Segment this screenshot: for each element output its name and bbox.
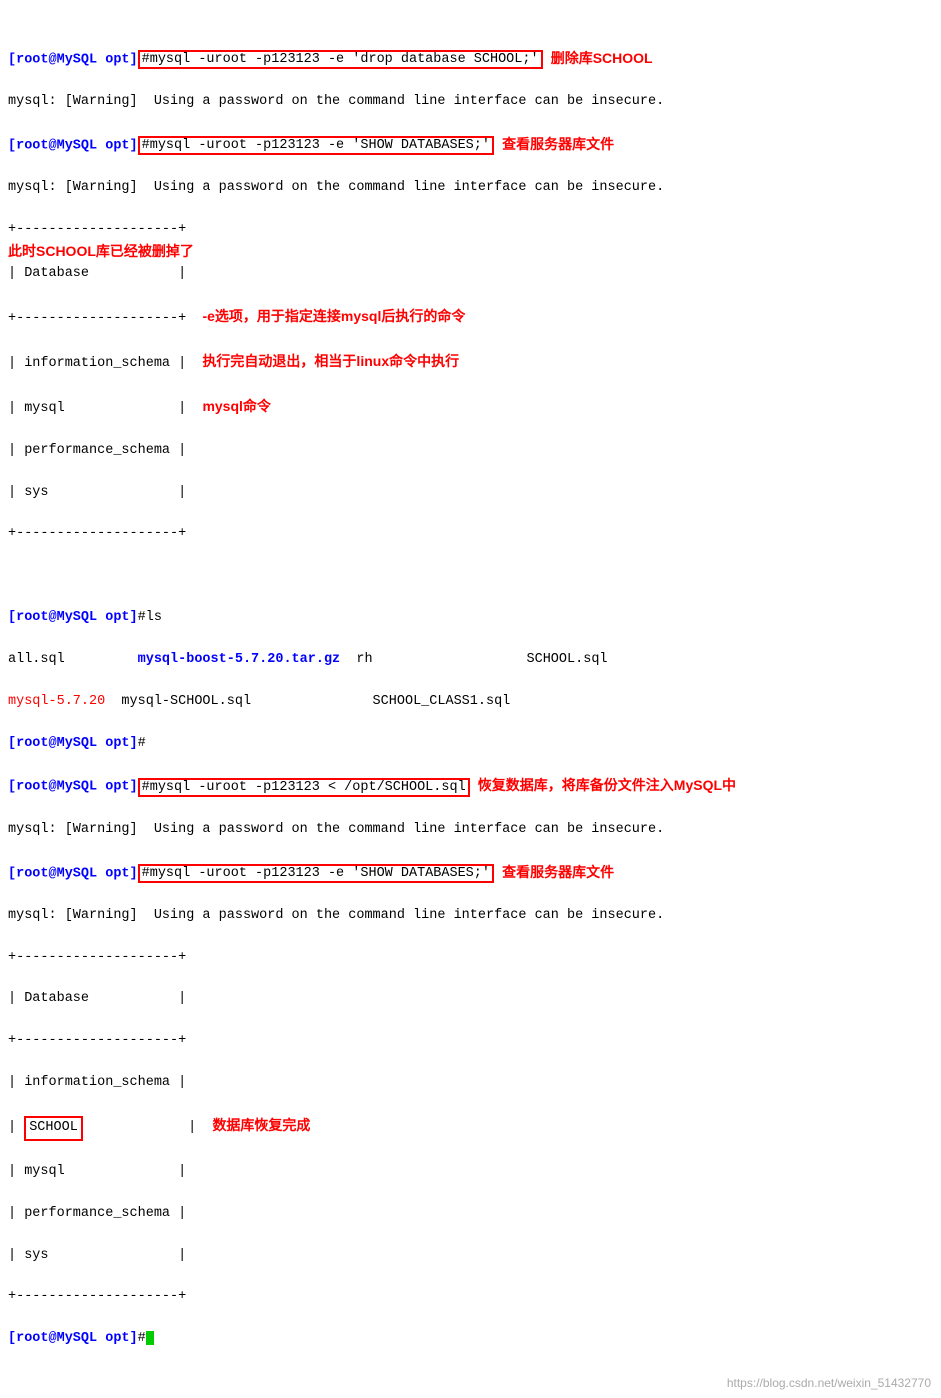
db-header-2: | Database |: [8, 989, 933, 1010]
cmd-box-2: #mysql -uroot -p123123 -e 'SHOW DATABASE…: [138, 136, 494, 155]
ls-file-mysql: mysql-5.7.20: [8, 694, 105, 709]
prompt-blank: [root@MySQL opt]#: [8, 734, 933, 755]
prompt-2: [root@MySQL opt]: [8, 138, 138, 153]
prompt-6: [root@MySQL opt]: [8, 866, 138, 881]
db-row-2-3: | performance_schema |: [8, 1204, 933, 1225]
final-prompt: [root@MySQL opt]#: [8, 1329, 933, 1350]
cmd-box-3: #mysql -uroot -p123123 < /opt/SCHOOL.sql: [138, 778, 470, 797]
table-top-1: +--------------------+: [8, 220, 933, 241]
school-db-highlight: SCHOOL: [24, 1116, 83, 1141]
prompt-7: [root@MySQL opt]: [8, 1331, 138, 1346]
cmd-show-2: [root@MySQL opt]#mysql -uroot -p123123 -…: [8, 862, 933, 885]
ls-files-1: all.sql mysql-boost-5.7.20.tar.gz rh SCH…: [8, 650, 933, 671]
warning-2: mysql: [Warning] Using a password on the…: [8, 180, 664, 195]
table-bot-2: +--------------------+: [8, 1287, 933, 1308]
annotation-5: 执行完自动退出，相当于linux命令中执行: [202, 353, 459, 369]
cmd-box-1: #mysql -uroot -p123123 -e 'drop database…: [138, 50, 543, 69]
db-row-3: | performance_schema |: [8, 441, 933, 462]
annotation-2: 查看服务器库文件: [502, 136, 614, 152]
db-row-4: | sys |: [8, 483, 933, 504]
db-row-2-2: | mysql |: [8, 1162, 933, 1183]
annotation-9: 数据库恢复完成: [212, 1117, 310, 1133]
line-4: mysql: [Warning] Using a password on the…: [8, 178, 933, 199]
prompt-1: [root@MySQL opt]: [8, 52, 138, 67]
warning-3: mysql: [Warning] Using a password on the…: [8, 820, 933, 841]
annotation-6: mysql命令: [202, 398, 270, 414]
line-2: mysql: [Warning] Using a password on the…: [8, 92, 933, 113]
table-sep-2: +--------------------+: [8, 1031, 933, 1052]
prompt-5: [root@MySQL opt]: [8, 780, 138, 795]
db-row-2-4: | sys |: [8, 1246, 933, 1267]
line-restore: [root@MySQL opt]#mysql -uroot -p123123 <…: [8, 775, 933, 798]
db-header-1: | Database |: [8, 264, 933, 285]
cursor: [146, 1331, 154, 1345]
db-row-1: | information_schema | 执行完自动退出，相当于linux命…: [8, 351, 933, 375]
annotation-7: 恢复数据库，将库备份文件注入MySQL中: [478, 777, 736, 793]
annotation-8: 查看服务器库文件: [502, 864, 614, 880]
db-row-school: | SCHOOL | 数据库恢复完成: [8, 1115, 933, 1141]
terminal-container: [root@MySQL opt]#mysql -uroot -p123123 -…: [0, 0, 941, 1398]
prompt-3: [root@MySQL opt]: [8, 610, 138, 625]
watermark: https://blog.csdn.net/weixin_51432770: [727, 1376, 931, 1390]
annotation-1: 删除库SCHOOL: [551, 50, 653, 66]
table-top-2: +--------------------+: [8, 948, 933, 969]
annotation-4: -e选项，用于指定连接mysql后执行的命令: [202, 308, 465, 324]
ls-files-2: mysql-5.7.20 mysql-SCHOOL.sql SCHOOL_CLA…: [8, 692, 933, 713]
line-1: [root@MySQL opt]#mysql -uroot -p123123 -…: [8, 48, 933, 71]
ls-file-boost: mysql-boost-5.7.20.tar.gz: [138, 652, 341, 667]
warning-4: mysql: [Warning] Using a password on the…: [8, 906, 933, 927]
line-3: [root@MySQL opt]#mysql -uroot -p123123 -…: [8, 134, 933, 157]
warning-text-3: mysql: [Warning] Using a password on the…: [8, 822, 664, 837]
db-row-2: | mysql | mysql命令: [8, 396, 933, 420]
blank-1: [8, 566, 933, 587]
table-bot-1: +--------------------+: [8, 524, 933, 545]
db-row-2-1: | information_schema |: [8, 1073, 933, 1094]
table-sep-1: +--------------------+ -e选项，用于指定连接mysql后…: [8, 306, 933, 330]
prompt-4: [root@MySQL opt]: [8, 736, 138, 751]
warning-1: mysql: [Warning] Using a password on the…: [8, 94, 664, 109]
annotation-3: 此时SCHOOL库已经被删掉了: [8, 243, 194, 259]
ls-line: [root@MySQL opt]#ls: [8, 608, 933, 629]
cmd-box-4: #mysql -uroot -p123123 -e 'SHOW DATABASE…: [138, 864, 494, 883]
warning-text-4: mysql: [Warning] Using a password on the…: [8, 908, 664, 923]
